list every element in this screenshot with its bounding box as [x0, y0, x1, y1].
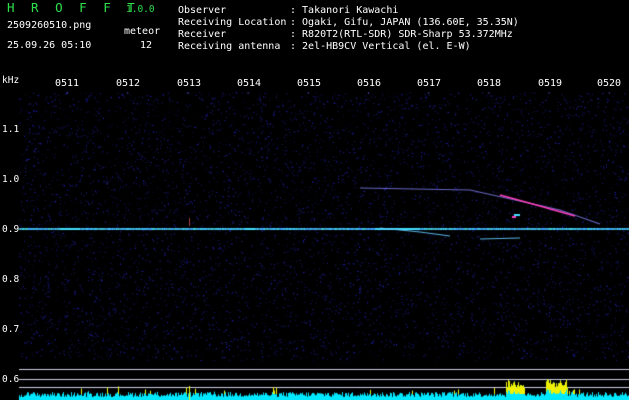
hrofft-window: H R O F F T 1.0.0 2509260510.png meteor …: [0, 0, 629, 400]
time-tick: 0517: [416, 78, 442, 89]
time-tick: 0511: [54, 78, 80, 89]
observer-value: : Takanori Kawachi: [290, 5, 399, 16]
spectrogram-canvas: [0, 92, 629, 400]
time-tick: 0518: [476, 78, 502, 89]
time-tick: 0514: [236, 78, 262, 89]
meteor-count: 12: [140, 40, 153, 51]
app-title: H R O F F T: [7, 0, 140, 15]
time-axis: 0511 0512 0513 0514 0515 0516 0517 0518 …: [19, 78, 629, 92]
capture-datetime: 25.09.26 05:10: [7, 40, 92, 51]
image-filename: 2509260510.png: [7, 20, 92, 31]
time-tick: 0519: [537, 78, 563, 89]
antenna-label: Receiving antenna: [178, 41, 281, 52]
receiver-value: : R820T2(RTL-SDR) SDR-Sharp 53.372MHz: [290, 29, 513, 40]
freq-tick: 0.6: [2, 374, 20, 385]
meteor-label: meteor: [124, 26, 161, 37]
freq-tick: 1.1: [2, 124, 20, 135]
time-tick: 0515: [296, 78, 322, 89]
freq-tick: 1.0: [2, 174, 20, 185]
receiver-label: Receiver: [178, 29, 227, 40]
freq-tick: 0.9: [2, 224, 20, 235]
antenna-value: : 2el-HB9CV Vertical (el. E-W): [290, 41, 471, 52]
location-label: Receiving Location: [178, 17, 287, 28]
freq-unit-label: kHz: [2, 75, 20, 86]
freq-tick: 0.7: [2, 324, 20, 335]
location-value: : Ogaki, Gifu, JAPAN (136.60E, 35.35N): [290, 17, 519, 28]
time-tick: 0516: [356, 78, 382, 89]
time-tick: 0512: [115, 78, 141, 89]
time-tick: 0520: [596, 78, 622, 89]
app-version: 1.0.0: [126, 4, 155, 15]
time-tick: 0513: [176, 78, 202, 89]
freq-tick: 0.8: [2, 274, 20, 285]
observer-label: Observer: [178, 5, 227, 16]
